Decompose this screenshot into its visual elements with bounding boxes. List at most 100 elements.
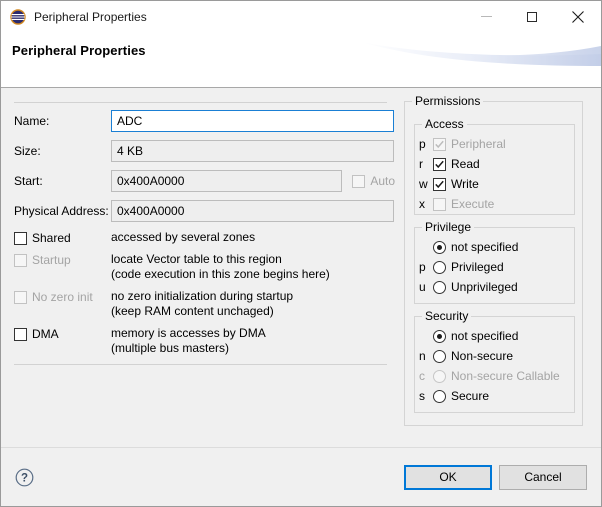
- radio-dot-icon: [437, 244, 442, 250]
- wizard-header-banner: Peripheral Properties: [1, 32, 601, 88]
- security-group: Security x not specified n Non: [414, 309, 575, 413]
- window-title: Peripheral Properties: [34, 9, 147, 24]
- access-row-execute[interactable]: x Execute: [415, 194, 574, 214]
- eclipse-globe-icon: [10, 8, 26, 25]
- security-row-non-secure[interactable]: n Non-secure: [415, 346, 574, 366]
- read-label: Read: [451, 157, 480, 171]
- size-input[interactable]: [111, 140, 394, 162]
- shared-checkbox[interactable]: [14, 231, 27, 245]
- region-settings-panel: Name: Size: Start: Auto Physical Address…: [1, 88, 395, 447]
- secure-label: Secure: [451, 389, 490, 403]
- security-row-secure[interactable]: s Secure: [415, 386, 574, 406]
- no-zero-init-desc-line1: no zero initialization during startup: [111, 289, 294, 303]
- access-prefix-x: x: [419, 197, 425, 211]
- banner-decoration: [361, 32, 601, 66]
- no-zero-init-checkbox-wrap[interactable]: No zero init: [14, 289, 111, 304]
- dma-description: memory is accesses by DMA (multiple bus …: [111, 326, 266, 356]
- minimize-button[interactable]: [463, 1, 509, 32]
- permissions-group-title: Permissions: [412, 94, 484, 108]
- privilege-row-privileged[interactable]: p Privileged: [415, 257, 574, 277]
- physical-address-label: Physical Address:: [14, 204, 109, 218]
- privilege-prefix-none: x: [419, 240, 433, 254]
- start-input[interactable]: [111, 170, 343, 192]
- no-zero-init-checkbox[interactable]: [14, 290, 27, 304]
- peripheral-properties-dialog: Peripheral Properties Peripheral Propert…: [0, 0, 602, 507]
- check-icon: [435, 140, 444, 148]
- privilege-row-unprivileged[interactable]: u Unprivileged: [415, 277, 574, 297]
- size-row: Size:: [1, 139, 395, 163]
- physical-address-input[interactable]: [111, 200, 394, 222]
- auto-checkbox-wrap[interactable]: Auto: [352, 174, 395, 188]
- privilege-prefix-u: u: [419, 280, 426, 294]
- access-prefix-r: r: [419, 157, 423, 171]
- name-input[interactable]: [111, 110, 394, 132]
- minimize-icon: [480, 16, 492, 17]
- privileged-radio[interactable]: [433, 260, 446, 274]
- window-controls: [463, 1, 601, 32]
- name-label: Name:: [14, 114, 50, 128]
- start-row: Start: Auto: [1, 169, 395, 193]
- svg-text:?: ?: [21, 472, 28, 484]
- privilege-prefix-p: p: [419, 260, 426, 274]
- write-label: Write: [451, 177, 479, 191]
- security-group-title: Security: [422, 309, 472, 323]
- cancel-button[interactable]: Cancel: [499, 464, 587, 490]
- write-checkbox[interactable]: [433, 177, 446, 191]
- security-row-not-specified[interactable]: x not specified: [415, 326, 574, 346]
- start-label: Start:: [14, 174, 43, 188]
- access-prefix-w: w: [419, 177, 428, 191]
- dma-checkbox-wrap[interactable]: DMA: [14, 326, 111, 341]
- maximize-button[interactable]: [509, 1, 555, 32]
- security-row-non-secure-callable[interactable]: c Non-secure Callable: [415, 366, 574, 386]
- no-zero-init-desc-line2: (keep RAM content unchaged): [111, 304, 274, 318]
- dma-checkbox[interactable]: [14, 327, 27, 341]
- option-row-startup: Startup locate Vector table to this regi…: [1, 252, 395, 282]
- startup-label: Startup: [32, 253, 71, 267]
- title-bar: Peripheral Properties: [1, 1, 601, 32]
- non-secure-callable-radio[interactable]: [433, 369, 446, 383]
- auto-checkbox[interactable]: [352, 174, 366, 188]
- access-row-write[interactable]: w Write: [415, 174, 574, 194]
- no-zero-init-description: no zero initialization during startup (k…: [111, 289, 293, 319]
- ok-button[interactable]: OK: [404, 464, 492, 490]
- close-icon: [572, 10, 584, 23]
- dialog-body: Name: Size: Start: Auto Physical Address…: [1, 88, 601, 447]
- privilege-not-specified-label: not specified: [451, 240, 519, 254]
- permissions-group: Permissions Access p Peripheral r Read w…: [404, 94, 583, 426]
- startup-description: locate Vector table to this region (code…: [111, 252, 330, 282]
- read-checkbox[interactable]: [433, 157, 446, 171]
- non-secure-radio[interactable]: [433, 349, 446, 363]
- access-row-read[interactable]: r Read: [415, 154, 574, 174]
- security-not-specified-radio[interactable]: [433, 329, 446, 343]
- execute-checkbox[interactable]: [433, 197, 446, 211]
- dma-label: DMA: [32, 327, 59, 341]
- privilege-not-specified-radio[interactable]: [433, 240, 446, 254]
- execute-label: Execute: [451, 197, 495, 211]
- option-row-no-zero-init: No zero init no zero initialization duri…: [1, 289, 395, 319]
- button-bar: ? OK Cancel: [1, 447, 601, 506]
- privileged-label: Privileged: [451, 260, 504, 274]
- shared-desc-line1: accessed by several zones: [111, 230, 256, 244]
- non-secure-label: Non-secure: [451, 349, 514, 363]
- option-row-dma: DMA memory is accesses by DMA (multiple …: [1, 326, 395, 356]
- maximize-icon: [527, 11, 537, 22]
- size-label: Size:: [14, 144, 41, 158]
- security-prefix-c: c: [419, 369, 425, 383]
- secure-radio[interactable]: [433, 389, 446, 403]
- startup-checkbox[interactable]: [14, 253, 27, 267]
- startup-checkbox-wrap[interactable]: Startup: [14, 252, 111, 267]
- privilege-row-not-specified[interactable]: x not specified: [415, 237, 574, 257]
- close-button[interactable]: [555, 1, 601, 32]
- shared-checkbox-wrap[interactable]: Shared: [14, 230, 111, 245]
- shared-label: Shared: [32, 231, 71, 245]
- help-icon[interactable]: ?: [15, 468, 34, 487]
- peripheral-checkbox[interactable]: [433, 137, 446, 151]
- access-prefix-p: p: [419, 137, 426, 151]
- unprivileged-radio[interactable]: [433, 280, 446, 294]
- name-row: Name:: [1, 109, 395, 133]
- security-prefix-n: n: [419, 349, 426, 363]
- no-zero-init-label: No zero init: [32, 290, 93, 304]
- security-prefix-s: s: [419, 389, 425, 403]
- dma-desc-line2: (multiple bus masters): [111, 341, 230, 355]
- access-row-peripheral[interactable]: p Peripheral: [415, 134, 574, 154]
